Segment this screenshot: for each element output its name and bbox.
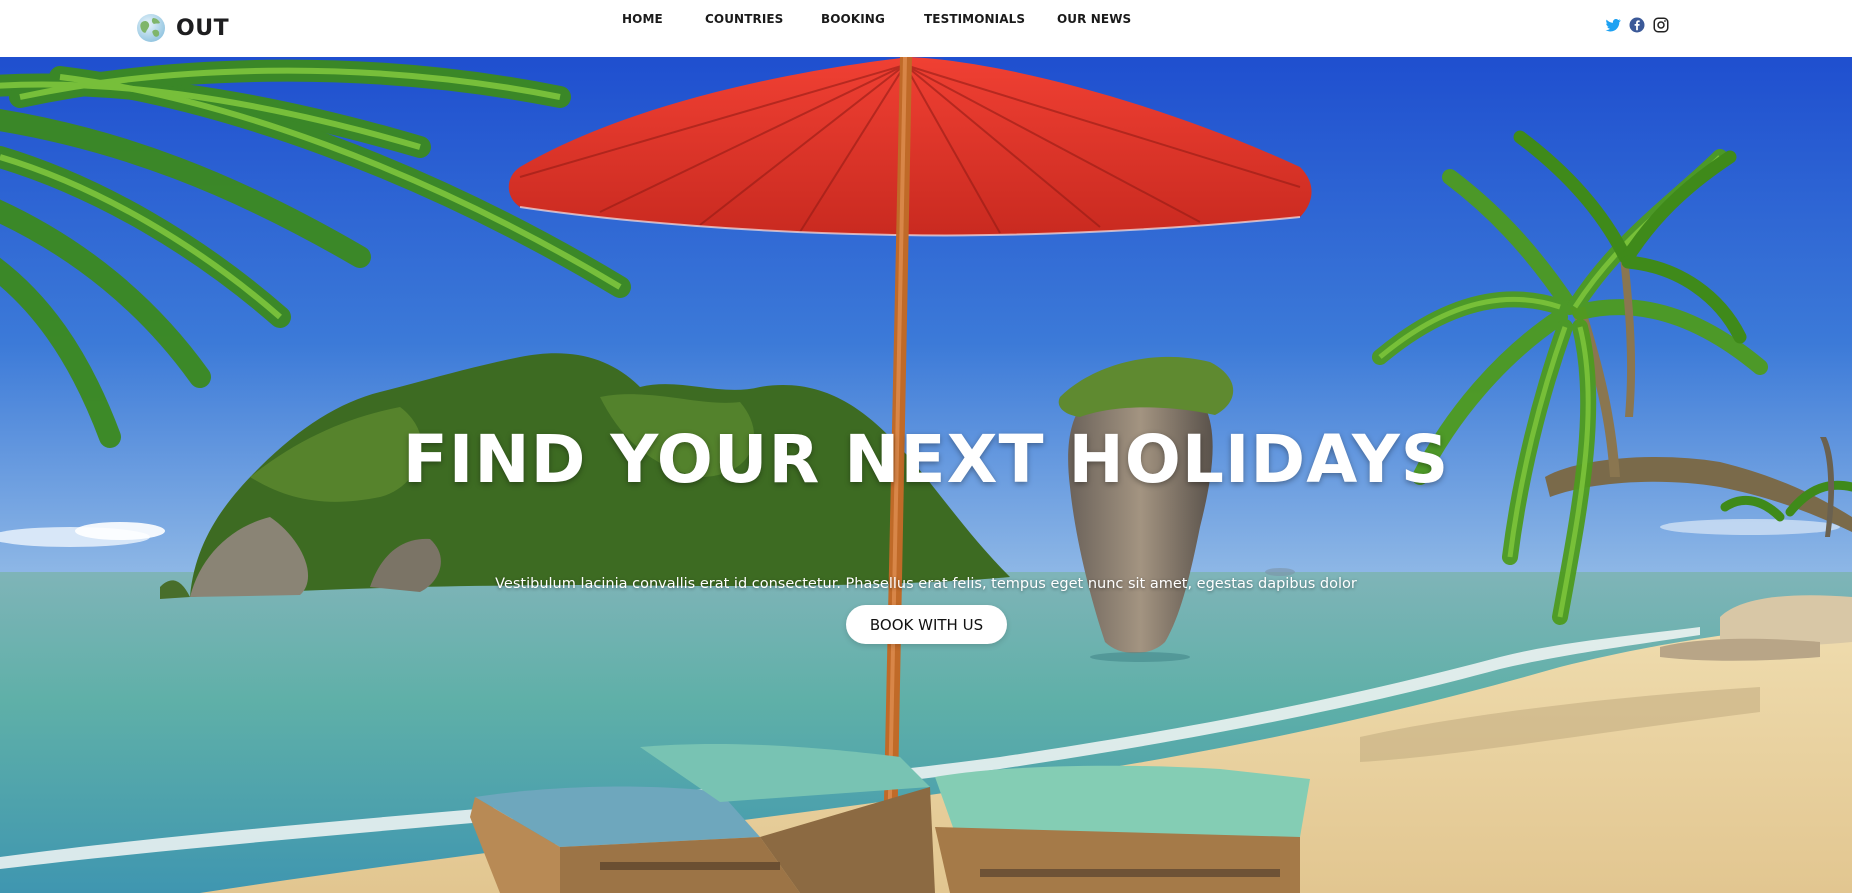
hero-subtitle: Vestibulum lacinia convallis erat id con… — [495, 576, 1357, 592]
twitter-icon[interactable] — [1604, 16, 1622, 34]
nav-item-our-news[interactable]: OUR NEWS — [1057, 12, 1131, 26]
nav-item-testimonials[interactable]: TESTIMONIALS — [924, 12, 1025, 26]
instagram-icon[interactable] — [1652, 16, 1670, 34]
site-header: OUT HOME COUNTRIES BOOKING TESTIMONIALS … — [0, 0, 1852, 57]
facebook-icon[interactable] — [1628, 16, 1646, 34]
brand-name: OUT — [176, 15, 230, 41]
nav-item-home[interactable]: HOME — [622, 12, 663, 26]
hero-section: FIND YOUR NEXT HOLIDAYS Vestibulum lacin… — [0, 57, 1852, 893]
nav-item-countries[interactable]: COUNTRIES — [705, 12, 783, 26]
hero-title: FIND YOUR NEXT HOLIDAYS — [402, 421, 1450, 498]
brand-logo[interactable]: OUT — [135, 12, 229, 44]
globe-icon — [137, 14, 165, 42]
book-with-us-button[interactable]: BOOK WITH US — [846, 605, 1007, 644]
nav-item-booking[interactable]: BOOKING — [821, 12, 885, 26]
social-links — [1604, 16, 1670, 34]
